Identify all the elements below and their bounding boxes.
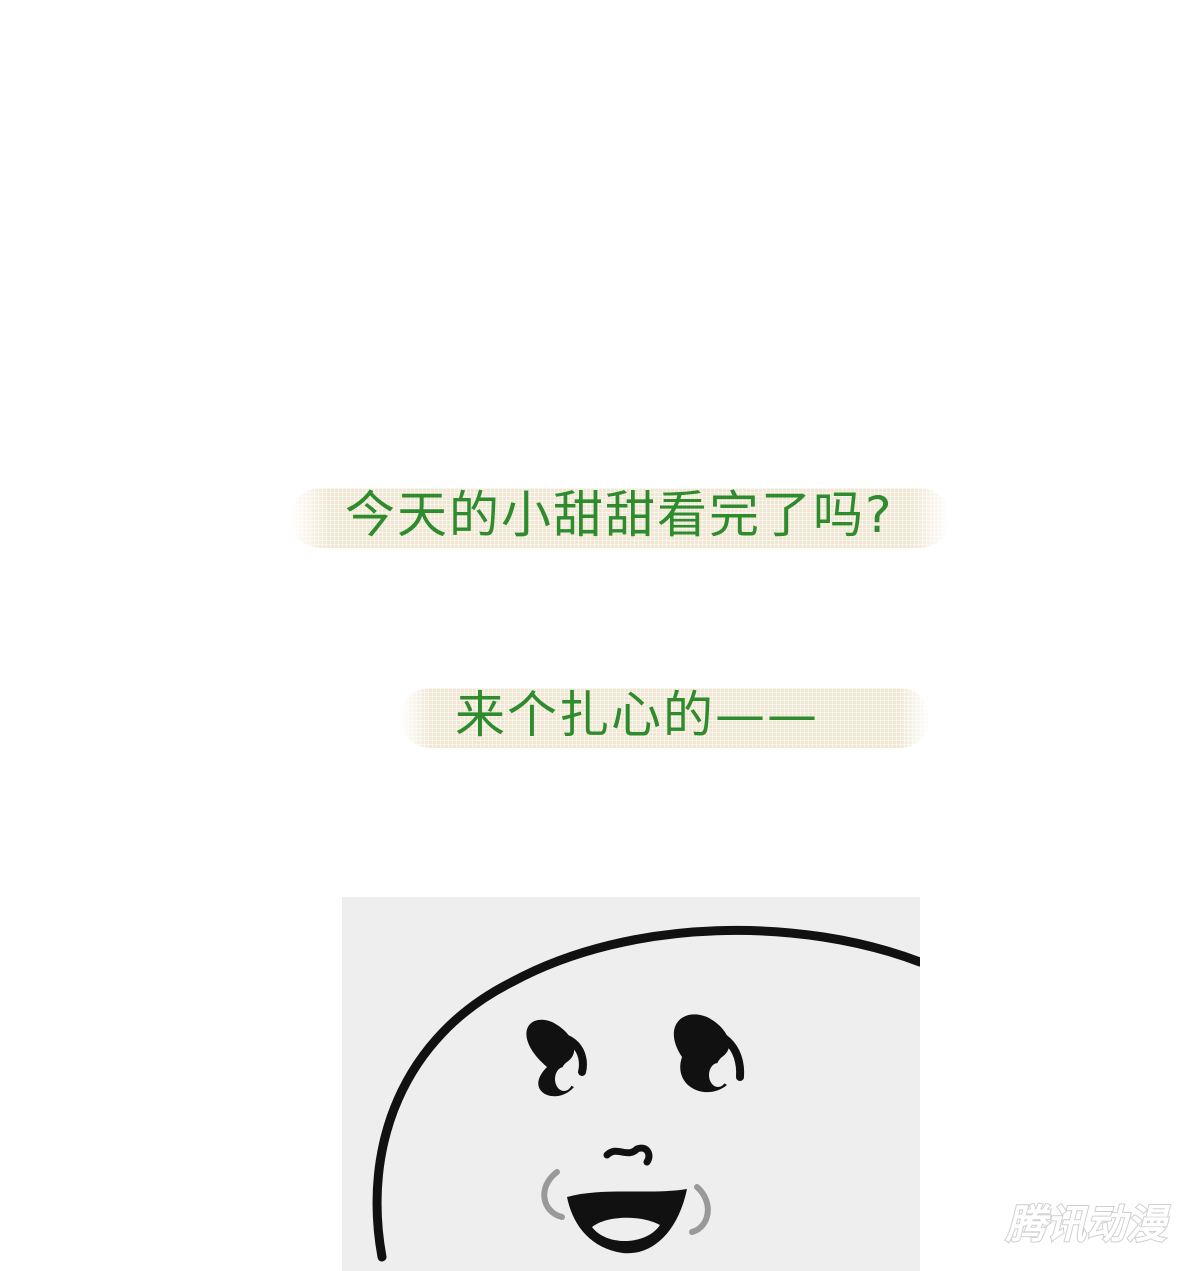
svg-text:腾讯动漫: 腾讯动漫	[1005, 1202, 1171, 1248]
right-cheek	[689, 1184, 711, 1235]
left-cheek	[541, 1169, 565, 1220]
smiling-face-drawing	[342, 897, 920, 1271]
right-eye-white	[709, 1063, 727, 1087]
caption-text-1: 今天的小甜甜看完了吗?	[345, 486, 894, 544]
watermark-logo: 腾讯动漫	[990, 1200, 1182, 1250]
nose	[603, 1144, 653, 1166]
left-eye-white	[555, 1067, 573, 1091]
caption-text-2: 来个扎心的——	[455, 686, 819, 744]
